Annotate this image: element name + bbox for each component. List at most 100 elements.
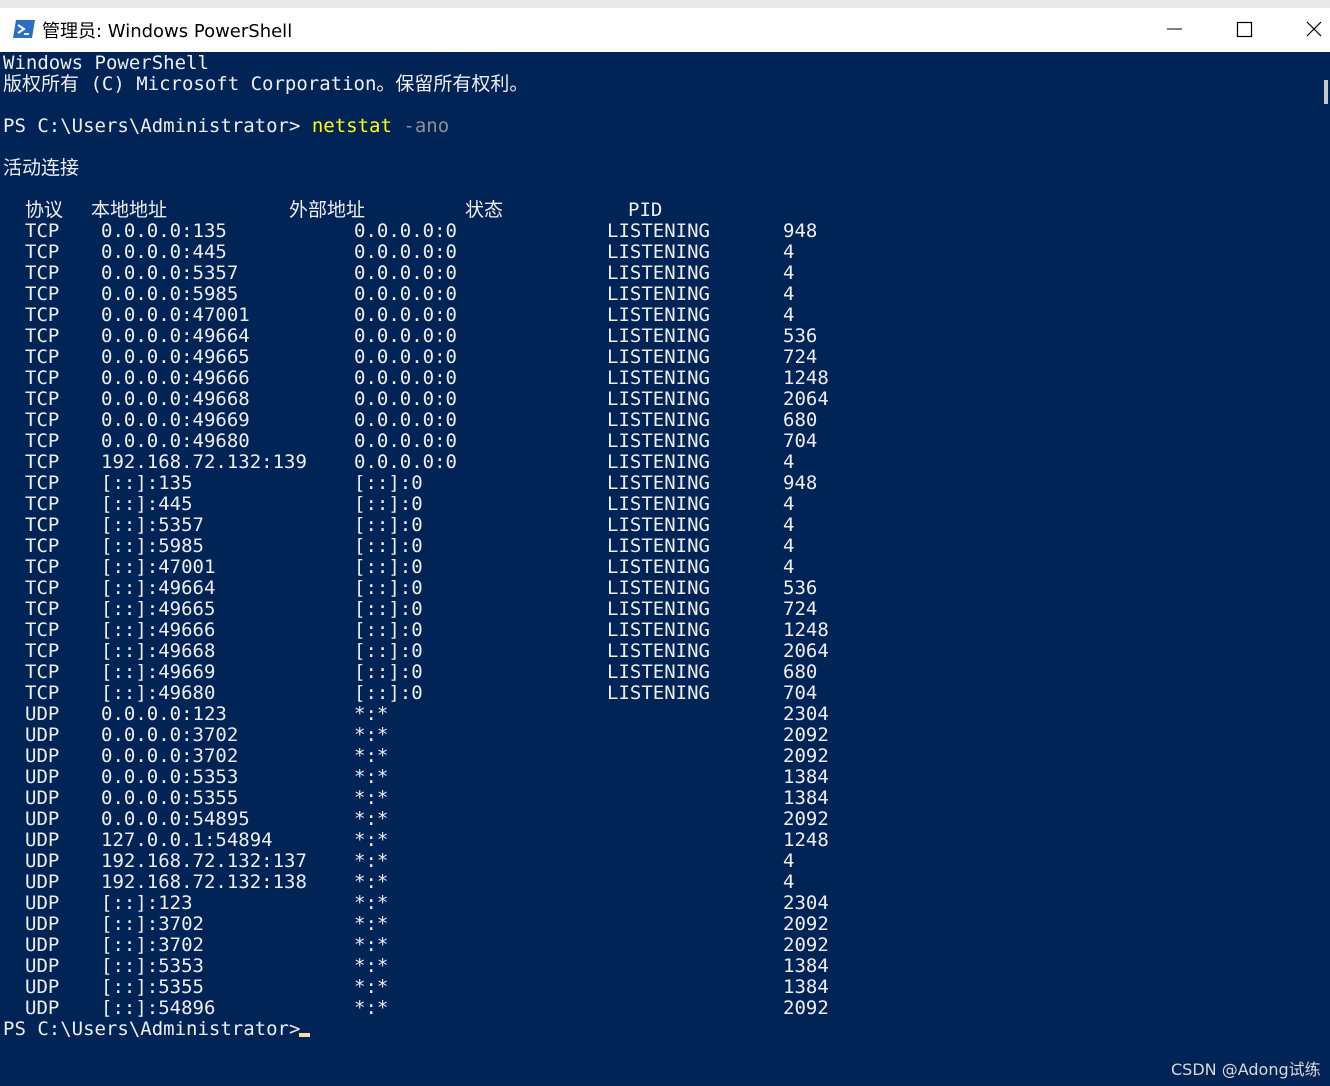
foreign-address-cell: 0.0.0.0:0 xyxy=(354,304,457,326)
local-address-cell: 0.0.0.0:3702 xyxy=(101,724,239,746)
banner-line: Windows PowerShell xyxy=(3,52,209,74)
proto-cell: UDP xyxy=(25,976,60,998)
state-cell: LISTENING xyxy=(607,409,710,431)
title-bar[interactable]: 管理员: Windows PowerShell xyxy=(0,8,1330,52)
foreign-address-cell: *:* xyxy=(354,955,389,977)
local-address-cell: 192.168.72.132:138 xyxy=(101,871,307,893)
proto-cell: TCP xyxy=(25,409,60,431)
foreign-address-cell: [::]:0 xyxy=(354,640,423,662)
foreign-address-cell: 0.0.0.0:0 xyxy=(354,262,457,284)
foreign-address-cell: [::]:0 xyxy=(354,556,423,578)
pid-cell: 4 xyxy=(783,535,795,557)
pid-cell: 704 xyxy=(783,682,818,704)
vertical-scrollbar[interactable] xyxy=(1322,52,1330,1086)
maximize-button[interactable] xyxy=(1210,8,1280,52)
local-address-cell: 0.0.0.0:5353 xyxy=(101,766,239,788)
close-icon xyxy=(1306,21,1322,37)
foreign-address-cell: *:* xyxy=(354,703,389,725)
close-button[interactable] xyxy=(1280,8,1330,52)
local-address-cell: 0.0.0.0:49665 xyxy=(101,346,250,368)
proto-cell: TCP xyxy=(25,262,60,284)
command-line: PS C:\Users\Administrator> netstat -ano xyxy=(3,116,449,137)
pid-cell: 1248 xyxy=(783,367,829,389)
pid-cell: 2064 xyxy=(783,640,829,662)
pid-cell: 4 xyxy=(783,871,795,893)
local-address-cell: 0.0.0.0:135 xyxy=(101,220,227,242)
copyright-line: 版权所有 (C) Microsoft Corporation。保留所有权利。 xyxy=(3,73,529,95)
pid-cell: 1248 xyxy=(783,829,829,851)
pid-cell: 1384 xyxy=(783,766,829,788)
state-cell: LISTENING xyxy=(607,430,710,452)
final-prompt: PS C:\Users\Administrator> xyxy=(3,1018,312,1040)
local-address-cell: [::]:123 xyxy=(101,892,193,914)
pid-cell: 2092 xyxy=(783,913,829,935)
powershell-window: 管理员: Windows PowerShell Windows PowerShe… xyxy=(0,0,1330,1086)
state-cell: LISTENING xyxy=(607,535,710,557)
proto-cell: TCP xyxy=(25,577,60,599)
proto-cell: TCP xyxy=(25,304,60,326)
foreign-address-cell: [::]:0 xyxy=(354,682,423,704)
minimize-button[interactable] xyxy=(1140,8,1210,52)
local-address-cell: 0.0.0.0:5985 xyxy=(101,283,239,305)
foreign-address-cell: 0.0.0.0:0 xyxy=(354,409,457,431)
proto-cell: TCP xyxy=(25,598,60,620)
pid-cell: 4 xyxy=(783,262,795,284)
foreign-address-cell: [::]:0 xyxy=(354,598,423,620)
state-cell: LISTENING xyxy=(607,661,710,683)
foreign-address-cell: [::]:0 xyxy=(354,577,423,599)
command-args: -ano xyxy=(391,115,450,137)
state-cell: LISTENING xyxy=(607,640,710,662)
foreign-address-cell: 0.0.0.0:0 xyxy=(354,325,457,347)
header-pid: PID xyxy=(628,199,663,221)
local-address-cell: 0.0.0.0:49664 xyxy=(101,325,250,347)
powershell-icon xyxy=(12,19,36,39)
pid-cell: 4 xyxy=(783,493,795,515)
foreign-address-cell: 0.0.0.0:0 xyxy=(354,241,457,263)
foreign-address-cell: *:* xyxy=(354,745,389,767)
foreign-address-cell: *:* xyxy=(354,787,389,809)
proto-cell: TCP xyxy=(25,535,60,557)
local-address-cell: 192.168.72.132:139 xyxy=(101,451,307,473)
command-text: netstat xyxy=(311,115,392,137)
foreign-address-cell: [::]:0 xyxy=(354,493,423,515)
pid-cell: 680 xyxy=(783,661,818,683)
state-cell: LISTENING xyxy=(607,493,710,515)
scrollbar-thumb[interactable] xyxy=(1324,80,1328,104)
state-cell: LISTENING xyxy=(607,682,710,704)
proto-cell: TCP xyxy=(25,451,60,473)
state-cell: LISTENING xyxy=(607,367,710,389)
proto-cell: TCP xyxy=(25,661,60,683)
proto-cell: UDP xyxy=(25,850,60,872)
local-address-cell: [::]:54896 xyxy=(101,997,216,1019)
foreign-address-cell: [::]:0 xyxy=(354,514,423,536)
local-address-cell: [::]:49664 xyxy=(101,577,216,599)
local-address-cell: 0.0.0.0:3702 xyxy=(101,745,239,767)
proto-cell: TCP xyxy=(25,472,60,494)
local-address-cell: 0.0.0.0:49668 xyxy=(101,388,250,410)
proto-cell: TCP xyxy=(25,388,60,410)
pid-cell: 2092 xyxy=(783,808,829,830)
proto-cell: UDP xyxy=(25,934,60,956)
foreign-address-cell: *:* xyxy=(354,724,389,746)
state-cell: LISTENING xyxy=(607,346,710,368)
local-address-cell: [::]:3702 xyxy=(101,934,204,956)
proto-cell: TCP xyxy=(25,640,60,662)
local-address-cell: [::]:3702 xyxy=(101,913,204,935)
pid-cell: 1384 xyxy=(783,955,829,977)
local-address-cell: [::]:49668 xyxy=(101,640,216,662)
local-address-cell: 0.0.0.0:5357 xyxy=(101,262,239,284)
pid-cell: 2092 xyxy=(783,724,829,746)
state-cell: LISTENING xyxy=(607,220,710,242)
foreign-address-cell: [::]:0 xyxy=(354,619,423,641)
foreign-address-cell: *:* xyxy=(354,934,389,956)
proto-cell: UDP xyxy=(25,955,60,977)
pid-cell: 1384 xyxy=(783,976,829,998)
proto-cell: TCP xyxy=(25,346,60,368)
foreign-address-cell: *:* xyxy=(354,997,389,1019)
foreign-address-cell: *:* xyxy=(354,892,389,914)
local-address-cell: [::]:5357 xyxy=(101,514,204,536)
local-address-cell: 192.168.72.132:137 xyxy=(101,850,307,872)
pid-cell: 2092 xyxy=(783,934,829,956)
pid-cell: 536 xyxy=(783,577,818,599)
proto-cell: UDP xyxy=(25,997,60,1019)
